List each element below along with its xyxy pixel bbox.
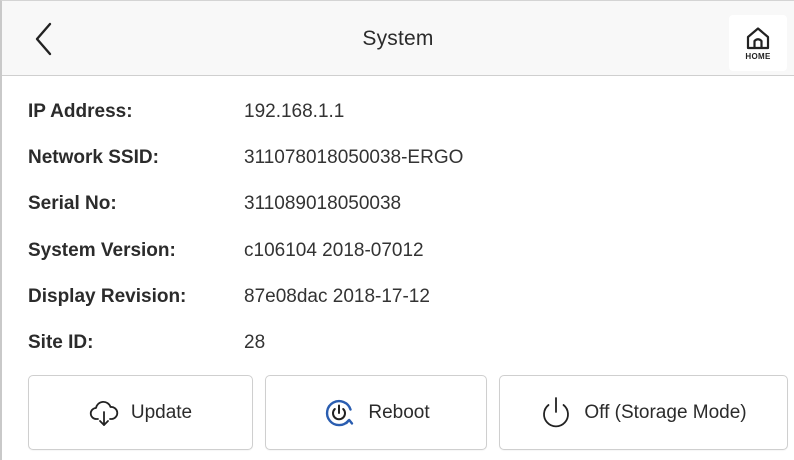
off-storage-mode-button[interactable]: Off (Storage Mode) (499, 375, 788, 450)
home-button[interactable]: HOME (729, 15, 787, 71)
info-label: System Version: (28, 239, 176, 261)
info-value: 28 (244, 332, 266, 354)
page-title: System (362, 26, 434, 50)
power-icon (540, 395, 572, 431)
info-label: Display Revision: (28, 285, 187, 307)
info-row-display-revision: Display Revision: 87e08dac 2018-17-12 (28, 274, 768, 320)
info-value: 311078018050038-ERGO (244, 147, 464, 169)
system-info-list: IP Address: 192.168.1.1 Network SSID: 31… (28, 89, 768, 366)
back-button[interactable] (24, 19, 64, 59)
power-refresh-icon (322, 396, 356, 430)
info-value: 311089018050038 (244, 193, 402, 215)
info-value: 87e08dac 2018-17-12 (244, 285, 430, 307)
home-icon (746, 26, 770, 49)
info-value: c106104 2018-07012 (244, 239, 424, 261)
system-screen: System HOME IP Address: 192.168.1.1 Netw… (0, 0, 794, 460)
cloud-download-icon (89, 399, 119, 427)
reboot-button[interactable]: Reboot (265, 375, 487, 450)
info-label: Network SSID: (28, 147, 159, 169)
off-button-label: Off (Storage Mode) (584, 401, 747, 423)
update-button[interactable]: Update (28, 375, 253, 450)
info-row-network-ssid: Network SSID: 311078018050038-ERGO (28, 135, 768, 181)
info-row-site-id: Site ID: 28 (28, 320, 768, 366)
info-row-ip-address: IP Address: 192.168.1.1 (28, 89, 768, 135)
info-value: 192.168.1.1 (244, 101, 345, 123)
info-label: IP Address: (28, 101, 133, 123)
home-label: HOME (745, 51, 771, 61)
header-bar: System HOME (2, 1, 794, 76)
chevron-left-icon (35, 22, 52, 56)
info-label: Serial No: (28, 193, 117, 215)
info-row-system-version: System Version: c106104 2018-07012 (28, 228, 768, 274)
update-button-label: Update (130, 401, 193, 423)
info-label: Site ID: (28, 332, 94, 354)
info-row-serial-no: Serial No: 311089018050038 (28, 181, 768, 227)
reboot-button-label: Reboot (368, 401, 430, 423)
